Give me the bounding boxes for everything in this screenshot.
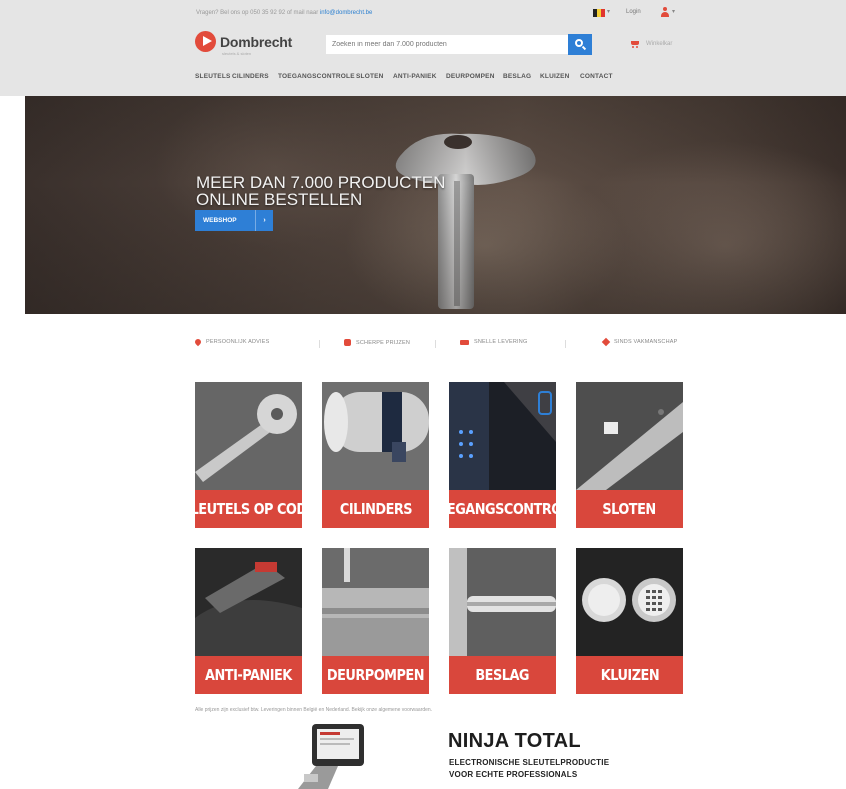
category-label-band: KLUIZEN <box>576 656 683 694</box>
topbar-contact-text: Vragen? Bel ons op 050 35 92 92 of mail … <box>196 10 319 16</box>
category-label: BESLAG <box>475 666 530 684</box>
logo-mark-icon <box>195 31 216 52</box>
hero-banner: MEER DAN 7.000 PRODUCTEN ONLINE BESTELLE… <box>25 96 846 314</box>
category-label-band: TOEGANGSCONTROLE <box>449 490 556 528</box>
nav-item-toegangscontrole[interactable]: TOEGANGSCONTROLE <box>278 73 356 80</box>
main-nav: SLEUTELS CILINDERS TOEGANGSCONTROLE SLOT… <box>195 73 620 80</box>
language-caret-icon[interactable]: ▾ <box>607 8 610 15</box>
promo-title: NINJA TOTAL <box>448 730 581 752</box>
category-tile-beslag[interactable]: BESLAG <box>449 548 556 694</box>
usp-label: SINDS VAKMANSCHAP <box>614 339 678 345</box>
usp-item: SINDS VAKMANSCHAP <box>601 337 678 347</box>
category-label: ANTI-PANIEK <box>205 666 292 684</box>
category-label-band: SLEUTELS OP CODE <box>195 490 302 528</box>
keypad-photo <box>449 382 556 490</box>
price-notice: Alle prijzen zijn exclusief btw. Leverin… <box>195 707 433 713</box>
nav-item-sloten[interactable]: SLOTEN <box>356 73 393 80</box>
cart-link[interactable]: Winkelkar <box>630 40 672 48</box>
category-label: KLUIZEN <box>600 666 659 684</box>
handle-photo <box>449 548 556 656</box>
panic-bar-photo <box>195 548 302 656</box>
category-tile-toegangscontrole[interactable]: TOEGANGSCONTROLE <box>449 382 556 528</box>
category-label-band: CILINDERS <box>322 490 429 528</box>
site-header: Vragen? Bel ons op 050 35 92 92 of mail … <box>0 0 846 96</box>
usp-label: PERSOONLIJK ADVIES <box>206 339 270 345</box>
nav-item-cilinders[interactable]: CILINDERS <box>232 73 278 80</box>
category-tile-kluizen[interactable]: KLUIZEN <box>576 548 683 694</box>
category-tile-sleutels[interactable]: SLEUTELS OP CODE <box>195 382 302 528</box>
category-tile-cilinders[interactable]: CILINDERS <box>322 382 429 528</box>
user-icon[interactable] <box>660 7 670 18</box>
usp-item: PERSOONLIJK ADVIES <box>193 337 270 347</box>
cylinder-photo <box>322 382 429 490</box>
promo-subtitle-line1: ELECTRONISCHE SLEUTELPRODUCTIE <box>449 758 610 767</box>
pin-icon <box>193 337 203 347</box>
cart-label: Winkelkar <box>646 41 673 47</box>
usp-bar: PERSOONLIJK ADVIES SCHERPE PRIJZEN SNELL… <box>193 337 685 351</box>
category-label: SLOTEN <box>602 500 657 518</box>
hero-title-line2: ONLINE BESTELLEN <box>196 190 363 209</box>
category-label: TOEGANGSCONTROLE <box>449 500 556 518</box>
truck-icon <box>460 339 469 345</box>
category-tile-sloten[interactable]: SLOTEN <box>576 382 683 528</box>
category-tile-anti-paniek[interactable]: ANTI-PANIEK <box>195 548 302 694</box>
topbar-contact: Vragen? Bel ons op 050 35 92 92 of mail … <box>196 10 372 16</box>
logo-subtitle: sleutels & sloten <box>222 51 252 56</box>
hero-title-line1: MEER DAN 7.000 PRODUCTEN <box>196 173 446 192</box>
cart-icon <box>630 40 640 48</box>
category-label-band: BESLAG <box>449 656 556 694</box>
nav-item-sleutels[interactable]: SLEUTELS <box>195 73 232 80</box>
logo-text: Dombrecht <box>220 33 293 50</box>
webshop-button-label: WEBSHOP <box>203 217 237 224</box>
promo-subtitle: ELECTRONISCHE SLEUTELPRODUCTIE VOOR ECHT… <box>449 757 609 781</box>
category-label-band: SLOTEN <box>576 490 683 528</box>
key-photo <box>195 382 302 490</box>
usp-label: SCHERPE PRIJZEN <box>356 339 411 346</box>
nav-item-beslag[interactable]: BESLAG <box>503 73 540 80</box>
usp-item: SCHERPE PRIJZEN <box>344 339 410 346</box>
chevron-right-icon: › <box>263 217 266 224</box>
category-label-band: ANTI-PANIEK <box>195 656 302 694</box>
heart-icon <box>601 337 611 347</box>
category-label: CILINDERS <box>339 500 412 518</box>
usp-item: SNELLE LEVERING <box>460 339 527 345</box>
topbar-email-link[interactable]: info@dombrecht.be <box>320 10 372 16</box>
language-flag-icon[interactable] <box>593 9 605 17</box>
login-link[interactable]: Login <box>626 9 641 15</box>
safe-photo <box>576 548 683 656</box>
category-label: DEURPOMPEN <box>326 666 425 684</box>
nav-item-kluizen[interactable]: KLUIZEN <box>540 73 580 80</box>
nav-item-anti-paniek[interactable]: ANTI-PANIEK <box>393 73 446 80</box>
search-button[interactable] <box>568 34 592 55</box>
door-closer-photo <box>322 548 429 656</box>
webshop-button[interactable]: WEBSHOP › <box>195 210 273 231</box>
user-caret-icon[interactable]: ▾ <box>672 8 675 15</box>
hero-title: MEER DAN 7.000 PRODUCTEN ONLINE BESTELLE… <box>196 174 445 208</box>
usp-label: SNELLE LEVERING <box>474 339 528 345</box>
tag-icon <box>344 339 351 346</box>
ninja-device-image[interactable] <box>298 722 378 789</box>
category-label: SLEUTELS OP CODE <box>195 500 302 518</box>
logo[interactable]: Dombrecht <box>195 31 292 52</box>
category-tile-deurpompen[interactable]: DEURPOMPEN <box>322 548 429 694</box>
search-input[interactable] <box>326 35 568 54</box>
category-label-band: DEURPOMPEN <box>322 656 429 694</box>
nav-item-deurpompen[interactable]: DEURPOMPEN <box>446 73 503 80</box>
promo-subtitle-line2: VOOR ECHTE PROFESSIONALS <box>449 770 578 779</box>
lock-photo <box>576 382 683 490</box>
nav-item-contact[interactable]: CONTACT <box>580 73 620 80</box>
